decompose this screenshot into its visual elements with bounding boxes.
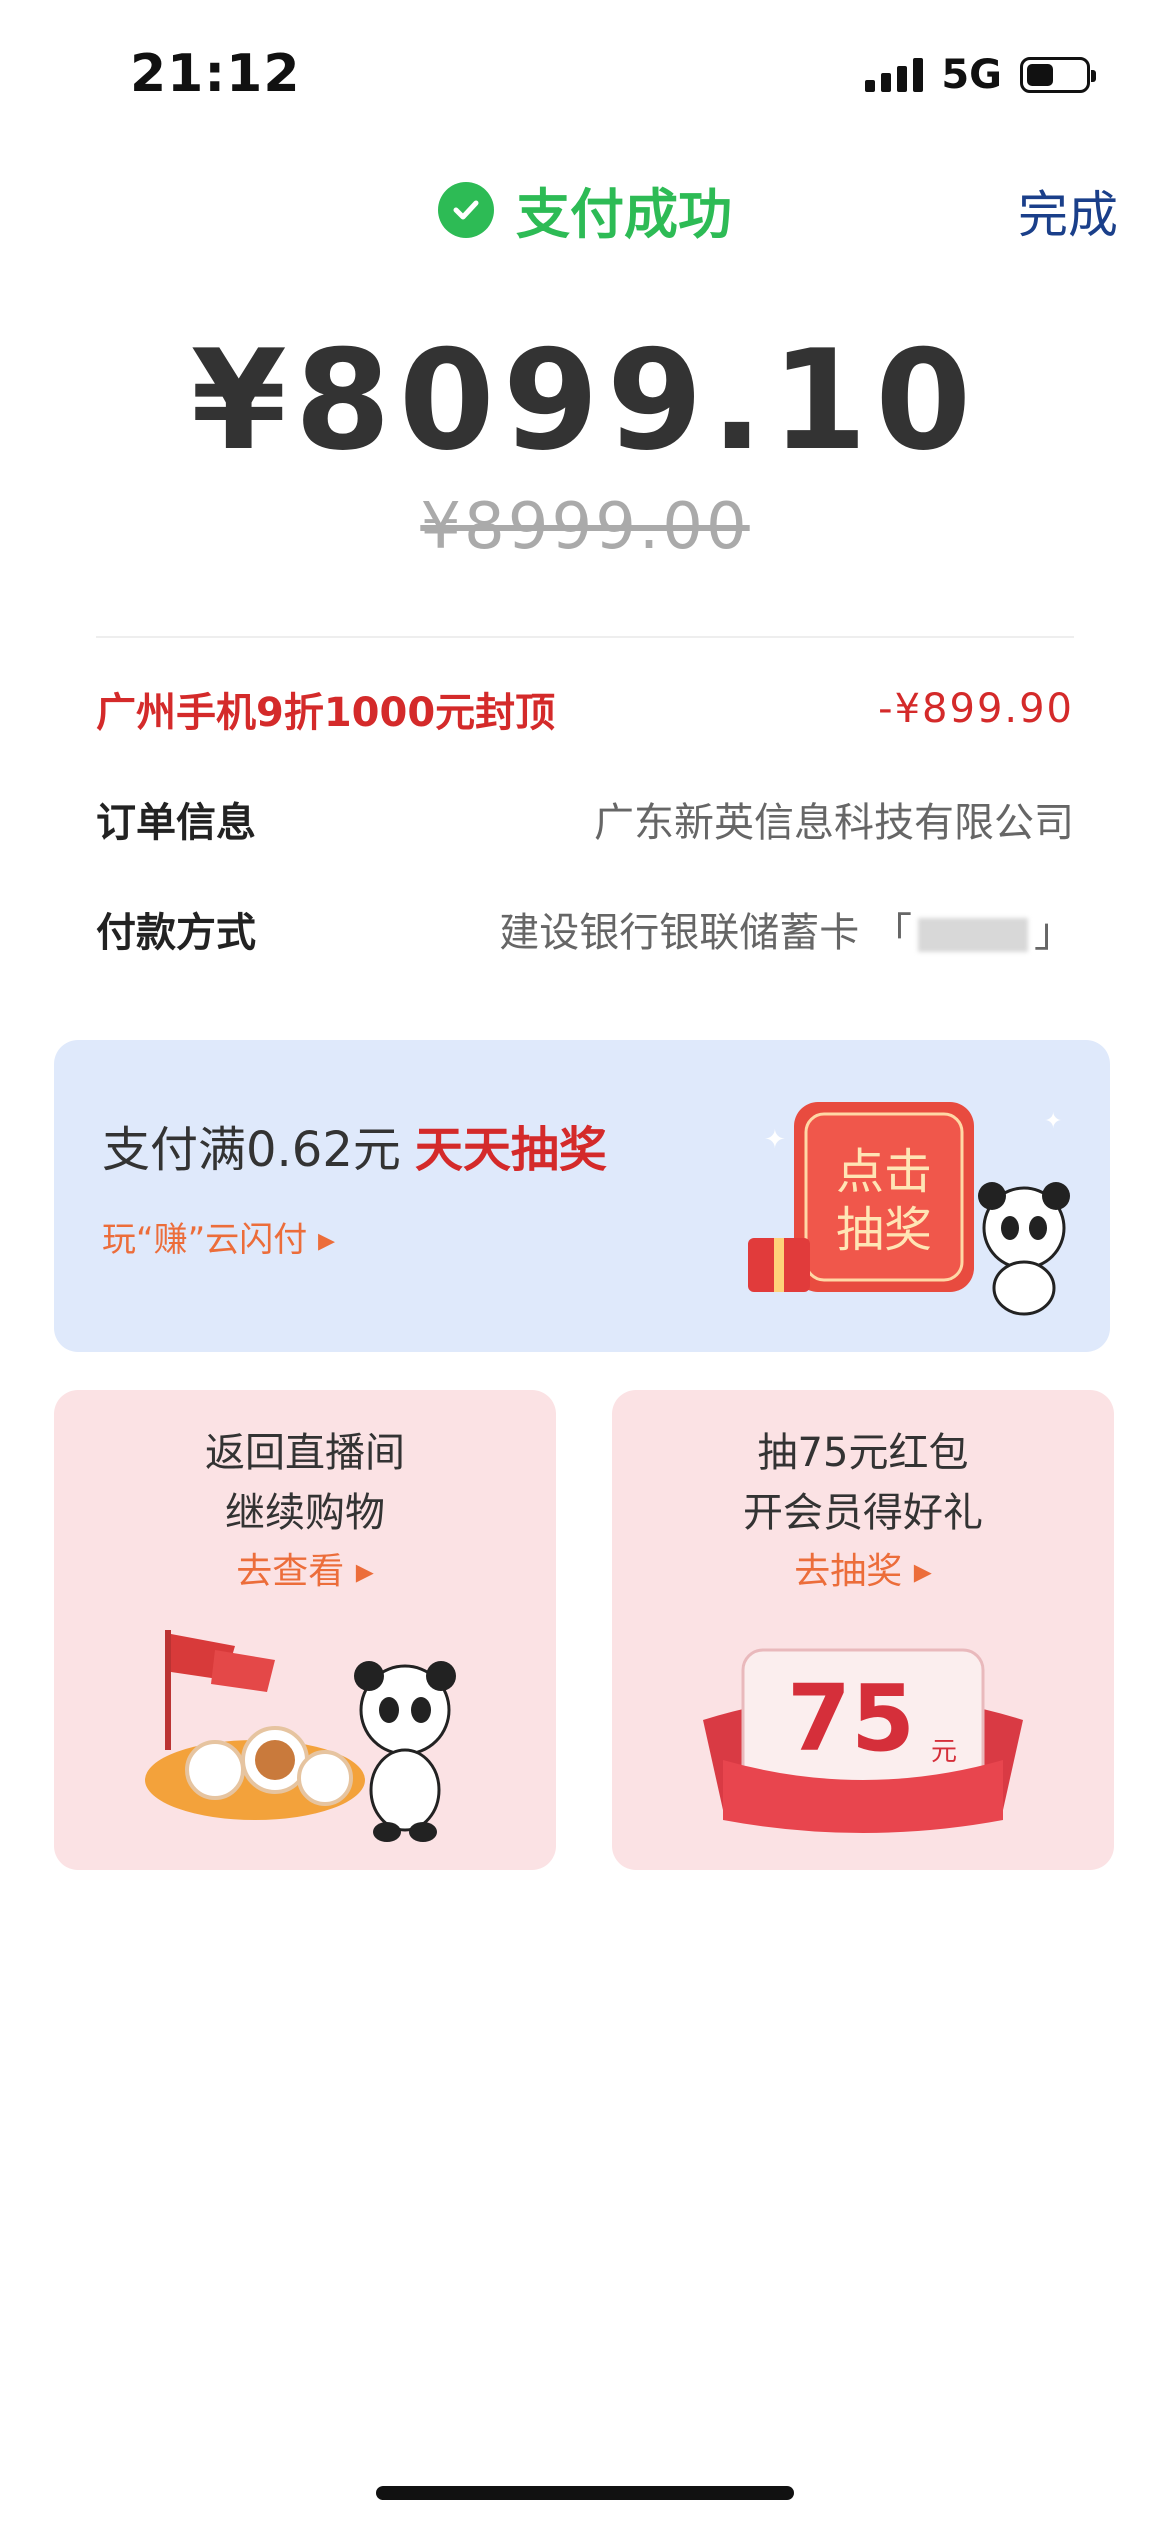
battery-icon [1020,57,1096,93]
home-indicator[interactable] [376,2486,794,2500]
divider [96,636,1074,638]
lottery-highlight: 天天抽奖 [414,1122,607,1178]
status-icons: 5G [865,52,1096,98]
discount-row: 广州手机9折1000元封顶 -¥899.90 [96,680,1074,738]
live-card-line2: 继续购物 [225,1490,385,1536]
signal-icon [865,58,924,92]
status-time: 21:12 [130,44,301,104]
draw-link-label: 去抽奖 [794,1551,903,1592]
payment-status: 支付成功 [0,170,1170,249]
paid-amount: ¥8099.10 [190,320,980,481]
lottery-button-line1: 点击 [836,1144,932,1200]
order-info-value: 广东新英信息科技有限公司 [594,800,1074,846]
live-stream-card[interactable]: 返回直播间 继续购物 去查看 ▸ [54,1390,556,1870]
status-text: 支付成功 [516,183,732,246]
lottery-title: 支付满0.62元 天天抽奖 [102,1110,607,1180]
red-packet-card-line2: 开会员得好礼 [743,1490,983,1536]
payment-method-value-wrap: 建设银行银联储蓄卡 「」 [499,910,1074,956]
order-info-label: 订单信息 [96,800,256,846]
discount-value: -¥899.90 [878,686,1074,732]
svg-text:✦: ✦ [764,1125,786,1155]
payment-method-row: 付款方式 建设银行银联储蓄卡 「」 [96,900,1074,958]
lottery-subtitle: 玩“赚”云闪付 [102,1220,308,1260]
red-packet-amount: 75 [787,1665,915,1772]
view-link-label: 去查看 [236,1551,345,1592]
network-type: 5G [941,52,1002,98]
lottery-button-line2: 抽奖 [836,1202,932,1258]
play-arrow-icon: ▸ [318,1220,336,1260]
lottery-title-text: 支付满0.62元 [102,1122,401,1178]
done-button[interactable]: 完成 [1018,175,1118,247]
red-packet-card[interactable]: 抽75元红包 开会员得好礼 去抽奖 ▸ 75 元 [612,1390,1114,1870]
order-info-row[interactable]: 订单信息 广东新英信息科技有限公司 [96,790,1074,848]
svg-text:✦: ✦ [1044,1109,1062,1134]
check-circle-icon [438,181,494,238]
red-packet-illustration: 75 元 [703,1648,1023,1833]
draw-link[interactable]: 去抽奖 ▸ [612,1542,1114,1594]
view-link[interactable]: 去查看 ▸ [54,1542,556,1594]
red-packet-unit: 元 [931,1737,957,1767]
payment-method-value: 建设银行银联储蓄卡 [499,910,860,956]
lottery-button-illustration[interactable]: 点击 抽奖 ✦ ✦ [744,1088,1074,1318]
play-arrow-icon: ▸ [913,1551,932,1592]
red-packet-card-line1: 抽75元红包 [757,1430,969,1476]
masked-card-number [918,918,1028,952]
lottery-subtitle-link[interactable]: 玩“赚”云闪付 ▸ [102,1212,335,1261]
discount-label: 广州手机9折1000元封顶 [96,690,556,736]
play-arrow-icon: ▸ [355,1551,374,1592]
live-card-line1: 返回直播间 [205,1430,405,1476]
lottery-banner[interactable]: 支付满0.62元 天天抽奖 玩“赚”云闪付 ▸ 点击 抽奖 ✦ ✦ [54,1040,1110,1352]
original-amount: ¥8999.00 [420,490,750,564]
food-panda-illustration [145,1630,456,1842]
payment-method-label: 付款方式 [96,910,256,956]
